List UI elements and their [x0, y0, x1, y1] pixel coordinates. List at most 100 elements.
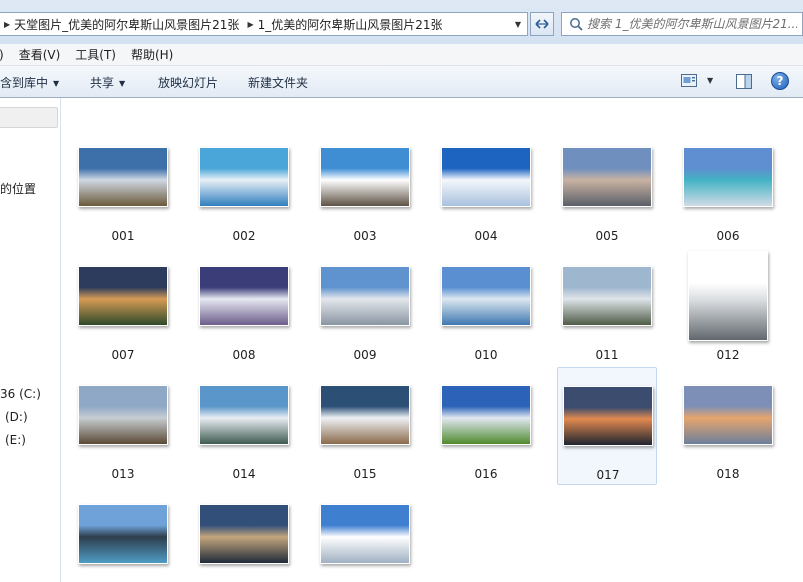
nav-item-recent-places[interactable]: 的位置: [0, 180, 36, 197]
search-input[interactable]: [587, 17, 797, 31]
menu-item-help[interactable]: 帮助(H): [131, 46, 173, 63]
file-tile[interactable]: 012: [678, 248, 778, 366]
image-thumbnail[interactable]: [78, 266, 168, 326]
image-thumbnail[interactable]: [320, 504, 410, 564]
image-thumbnail[interactable]: [441, 385, 531, 445]
preview-pane-button[interactable]: [736, 74, 752, 92]
breadcrumb-current-folder[interactable]: 1_优美的阿尔卑斯山风景图片21张: [258, 16, 443, 33]
nav-item-drive-e[interactable]: (E:): [5, 433, 26, 447]
file-name-label: 011: [595, 348, 619, 362]
file-tile[interactable]: 018: [678, 367, 778, 485]
file-name-label: 005: [595, 229, 619, 243]
file-tile[interactable]: 003: [315, 129, 415, 247]
nav-item-drive-c[interactable]: 36 (C:): [0, 387, 41, 401]
file-tile[interactable]: 007: [73, 248, 173, 366]
thumbnail-frame: [315, 486, 415, 582]
thumbnail-frame: [194, 367, 294, 463]
file-name-label: 018: [716, 467, 740, 481]
image-thumbnail[interactable]: [441, 147, 531, 207]
file-tile[interactable]: 002: [194, 129, 294, 247]
slideshow-button[interactable]: 放映幻灯片: [158, 74, 218, 91]
file-tile[interactable]: 017: [557, 367, 657, 485]
chevron-down-icon: ▼: [53, 79, 60, 88]
image-thumbnail[interactable]: [562, 266, 652, 326]
nav-selected-item[interactable]: [0, 107, 58, 128]
image-thumbnail[interactable]: [199, 266, 289, 326]
image-thumbnail[interactable]: [78, 147, 168, 207]
menu-item-edit-partial[interactable]: ): [0, 48, 4, 62]
thumbnail-frame: [315, 367, 415, 463]
breadcrumb-separator-icon[interactable]: ▶: [4, 20, 10, 29]
image-thumbnail[interactable]: [78, 504, 168, 564]
thumbnail-frame: [436, 248, 536, 344]
change-view-button[interactable]: ▼: [681, 74, 713, 87]
search-icon: [570, 18, 583, 31]
file-name-label: 004: [474, 229, 498, 243]
search-box[interactable]: [561, 12, 803, 36]
file-tile[interactable]: 021: [315, 486, 415, 582]
file-name-label: 015: [353, 467, 377, 481]
include-in-library-label: 含到库中: [0, 76, 49, 90]
menu-item-view[interactable]: 查看(V): [19, 46, 61, 63]
share-label: 共享: [90, 76, 115, 90]
image-thumbnail[interactable]: [563, 386, 653, 446]
image-thumbnail[interactable]: [78, 385, 168, 445]
address-bar-row: ▶ 天堂图片_优美的阿尔卑斯山风景图片21张 ▶ 1_优美的阿尔卑斯山风景图片2…: [0, 0, 803, 44]
image-thumbnail[interactable]: [562, 147, 652, 207]
file-tile[interactable]: 008: [194, 248, 294, 366]
image-thumbnail[interactable]: [320, 385, 410, 445]
thumbnail-frame: [315, 129, 415, 225]
refresh-icon: [535, 19, 549, 29]
chevron-down-icon[interactable]: ▼: [707, 76, 713, 85]
file-tile[interactable]: 020: [194, 486, 294, 582]
file-tile[interactable]: 019: [73, 486, 173, 582]
new-folder-button[interactable]: 新建文件夹: [248, 74, 308, 91]
image-thumbnail[interactable]: [199, 504, 289, 564]
menu-bar: ) 查看(V) 工具(T) 帮助(H): [0, 44, 803, 66]
image-thumbnail[interactable]: [199, 385, 289, 445]
file-tile[interactable]: 011: [557, 248, 657, 366]
file-name-label: 009: [353, 348, 377, 362]
menu-item-tools[interactable]: 工具(T): [75, 46, 116, 63]
file-tile[interactable]: 005: [557, 129, 657, 247]
file-name-label: 001: [111, 229, 135, 243]
address-history-dropdown-icon[interactable]: ▼: [509, 13, 527, 35]
file-tile[interactable]: 006: [678, 129, 778, 247]
thumbnail-frame: [315, 248, 415, 344]
file-tile[interactable]: 013: [73, 367, 173, 485]
help-icon: ?: [776, 74, 784, 88]
breadcrumb-separator-icon[interactable]: ▶: [247, 20, 253, 29]
image-thumbnail[interactable]: [199, 147, 289, 207]
help-button[interactable]: ?: [771, 72, 789, 90]
file-tile[interactable]: 004: [436, 129, 536, 247]
file-name-label: 002: [232, 229, 256, 243]
share-button[interactable]: 共享 ▼: [90, 74, 125, 91]
thumbnail-frame: [73, 129, 173, 225]
image-thumbnail[interactable]: [320, 147, 410, 207]
image-thumbnail[interactable]: [441, 266, 531, 326]
preview-pane-icon: [736, 74, 752, 89]
refresh-button[interactable]: [530, 12, 554, 36]
file-tile[interactable]: 001: [73, 129, 173, 247]
file-name-label: 006: [716, 229, 740, 243]
file-tile[interactable]: 015: [315, 367, 415, 485]
file-name-label: 014: [232, 467, 256, 481]
thumbnail-frame: [678, 248, 778, 344]
change-view-icon: [681, 74, 697, 87]
include-in-library-button[interactable]: 含到库中 ▼: [0, 74, 59, 91]
image-thumbnail[interactable]: [683, 385, 773, 445]
thumbnail-frame: [73, 486, 173, 582]
image-thumbnail[interactable]: [683, 147, 773, 207]
thumbnail-frame: [436, 129, 536, 225]
file-tile[interactable]: 009: [315, 248, 415, 366]
breadcrumb-parent-folder[interactable]: 天堂图片_优美的阿尔卑斯山风景图片21张: [14, 16, 239, 33]
file-name-label: 013: [111, 467, 135, 481]
thumbnail-frame: [194, 486, 294, 582]
nav-item-drive-d[interactable]: (D:): [5, 410, 28, 424]
image-thumbnail[interactable]: [320, 266, 410, 326]
address-bar[interactable]: ▶ 天堂图片_优美的阿尔卑斯山风景图片21张 ▶ 1_优美的阿尔卑斯山风景图片2…: [0, 12, 528, 36]
file-tile[interactable]: 016: [436, 367, 536, 485]
file-tile[interactable]: 014: [194, 367, 294, 485]
image-thumbnail[interactable]: [688, 251, 768, 341]
file-tile[interactable]: 010: [436, 248, 536, 366]
